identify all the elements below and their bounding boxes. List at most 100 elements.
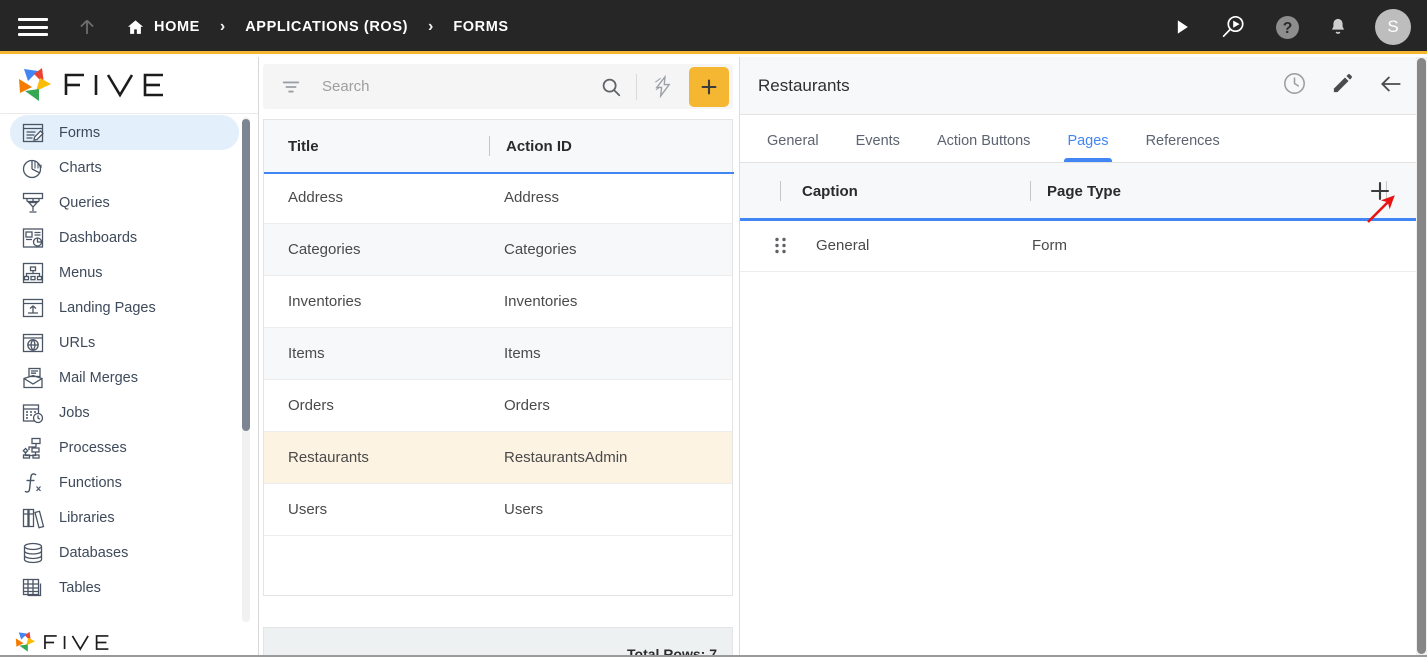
tab-references[interactable]: References bbox=[1135, 133, 1231, 162]
sidebar-item-urls[interactable]: URLs bbox=[10, 325, 239, 360]
landing-pages-icon bbox=[19, 294, 46, 321]
cell-title: Inventories bbox=[288, 293, 362, 310]
detail-header: Restaurants bbox=[740, 57, 1417, 115]
column-header-title: Title bbox=[288, 137, 319, 155]
sidebar-item-landing-pages[interactable]: Landing Pages bbox=[10, 290, 239, 325]
sidebar-item-databases[interactable]: Databases bbox=[10, 535, 239, 570]
cell-title: Orders bbox=[288, 397, 334, 414]
add-form-button[interactable] bbox=[689, 66, 729, 107]
forms-table: Title Action ID Address Address Categori… bbox=[263, 119, 734, 596]
table-row[interactable]: Inventories Inventories bbox=[263, 276, 733, 328]
five-logo-icon-small bbox=[15, 631, 35, 652]
run-icon[interactable] bbox=[1172, 17, 1192, 37]
forms-icon bbox=[19, 119, 46, 146]
sidebar-label-mail-merges: Mail Merges bbox=[59, 369, 138, 386]
sidebar-label-libraries: Libraries bbox=[59, 509, 115, 526]
sidebar-item-libraries[interactable]: Libraries bbox=[10, 500, 239, 535]
cell-page-type: Form bbox=[1032, 236, 1067, 254]
preview-search-icon[interactable] bbox=[1218, 12, 1248, 42]
sidebar-label-menus: Menus bbox=[59, 264, 103, 281]
five-wordmark-small bbox=[44, 634, 109, 651]
sidebar-item-forms[interactable]: Forms bbox=[10, 115, 239, 150]
table-row[interactable]: Categories Categories bbox=[263, 224, 733, 276]
breadcrumb-item-applications[interactable]: APPLICATIONS (ROS) bbox=[245, 19, 408, 35]
five-wordmark bbox=[64, 73, 163, 98]
breadcrumb-label-home: HOME bbox=[154, 19, 200, 35]
search-toolbar bbox=[263, 64, 733, 109]
top-bar: HOME › APPLICATIONS (ROS) › FORMS ? S bbox=[0, 0, 1427, 54]
help-icon[interactable]: ? bbox=[1274, 14, 1301, 41]
sidebar-label-functions: Functions bbox=[59, 474, 122, 491]
sidebar-item-queries[interactable]: Queries bbox=[10, 185, 239, 220]
sidebar-scrollbar-thumb[interactable] bbox=[242, 119, 250, 431]
breadcrumb-separator-1: › bbox=[219, 18, 226, 35]
filter-icon[interactable] bbox=[280, 76, 302, 98]
drag-handle-icon[interactable] bbox=[774, 237, 788, 254]
lightning-bolt-icon[interactable] bbox=[652, 74, 675, 99]
column-header-caption: Caption bbox=[740, 181, 1030, 201]
search-input[interactable] bbox=[322, 78, 600, 95]
table-row[interactable]: Users Users bbox=[263, 484, 733, 536]
sidebar-label-forms: Forms bbox=[59, 124, 101, 141]
forms-table-footer: Total Rows: 7 bbox=[263, 627, 733, 657]
sidebar-item-functions[interactable]: Functions bbox=[10, 465, 239, 500]
cell-action-id: Items bbox=[504, 345, 541, 362]
sidebar-label-urls: URLs bbox=[59, 334, 96, 351]
add-page-button[interactable] bbox=[1368, 179, 1392, 208]
cell-action-id: Users bbox=[504, 501, 544, 518]
edit-pencil-icon[interactable] bbox=[1331, 72, 1354, 100]
sidebar-item-jobs[interactable]: Jobs bbox=[10, 395, 239, 430]
sidebar-label-landing-pages: Landing Pages bbox=[59, 299, 156, 316]
sidebar-item-processes[interactable]: Processes bbox=[10, 430, 239, 465]
jobs-icon bbox=[19, 399, 46, 426]
sidebar-item-mail-merges[interactable]: Mail Merges bbox=[10, 360, 239, 395]
urls-icon bbox=[19, 329, 46, 356]
arrow-up-icon[interactable] bbox=[74, 14, 100, 40]
sidebar-logo[interactable] bbox=[0, 57, 258, 114]
table-row[interactable]: Orders Orders bbox=[263, 380, 733, 432]
pages-table-header: Caption Page Type bbox=[740, 163, 1418, 221]
tab-pages[interactable]: Pages bbox=[1056, 133, 1119, 162]
sidebar-item-menus[interactable]: Menus bbox=[10, 255, 239, 290]
sidebar-item-charts[interactable]: Charts bbox=[10, 150, 239, 185]
page-title: Restaurants bbox=[758, 75, 850, 95]
five-logo-icon bbox=[19, 68, 51, 101]
cell-title: Categories bbox=[288, 241, 361, 258]
cell-action-id: RestaurantsAdmin bbox=[504, 449, 628, 466]
avatar[interactable]: S bbox=[1375, 9, 1411, 45]
window-scrollbar-thumb[interactable] bbox=[1417, 58, 1426, 654]
charts-icon bbox=[19, 154, 46, 181]
column-header-action-id: Action ID bbox=[489, 136, 732, 156]
tab-events[interactable]: Events bbox=[845, 133, 911, 162]
forms-table-header: Title Action ID bbox=[263, 119, 734, 174]
sidebar-label-tables: Tables bbox=[59, 579, 101, 596]
hamburger-menu-icon[interactable] bbox=[18, 15, 52, 39]
sidebar-nav: Forms Charts Queries Dashboards Menus La… bbox=[0, 115, 259, 626]
table-row-selected[interactable]: Restaurants RestaurantsAdmin bbox=[263, 432, 733, 484]
breadcrumb-item-forms[interactable]: FORMS bbox=[453, 19, 508, 35]
cell-action-id: Categories bbox=[504, 241, 577, 258]
detail-panel: Restaurants General Events Action Button… bbox=[739, 57, 1418, 657]
table-row[interactable]: Items Items bbox=[263, 328, 733, 380]
notifications-bell-icon[interactable] bbox=[1327, 16, 1349, 38]
sidebar-footer-logo bbox=[0, 627, 258, 657]
cell-title: Items bbox=[288, 345, 325, 362]
sidebar-label-processes: Processes bbox=[59, 439, 127, 456]
databases-icon bbox=[19, 539, 46, 566]
detail-header-actions bbox=[1282, 57, 1404, 115]
tables-icon bbox=[19, 574, 46, 601]
history-clock-icon[interactable] bbox=[1282, 71, 1307, 101]
table-row[interactable]: General Form bbox=[740, 219, 1417, 272]
queries-icon bbox=[19, 189, 46, 216]
table-empty-space bbox=[263, 536, 733, 596]
table-row[interactable]: Address Address bbox=[263, 172, 733, 224]
app-root: HOME › APPLICATIONS (ROS) › FORMS ? S Fo… bbox=[0, 0, 1427, 657]
tab-general[interactable]: General bbox=[756, 133, 830, 162]
back-arrow-icon[interactable] bbox=[1378, 71, 1404, 102]
sidebar-item-dashboards[interactable]: Dashboards bbox=[10, 220, 239, 255]
home-icon bbox=[127, 19, 144, 34]
sidebar-item-tables[interactable]: Tables bbox=[10, 570, 239, 605]
search-icon[interactable] bbox=[600, 76, 622, 98]
tab-action-buttons[interactable]: Action Buttons bbox=[926, 133, 1042, 162]
breadcrumb-item-home[interactable]: HOME bbox=[126, 18, 200, 37]
